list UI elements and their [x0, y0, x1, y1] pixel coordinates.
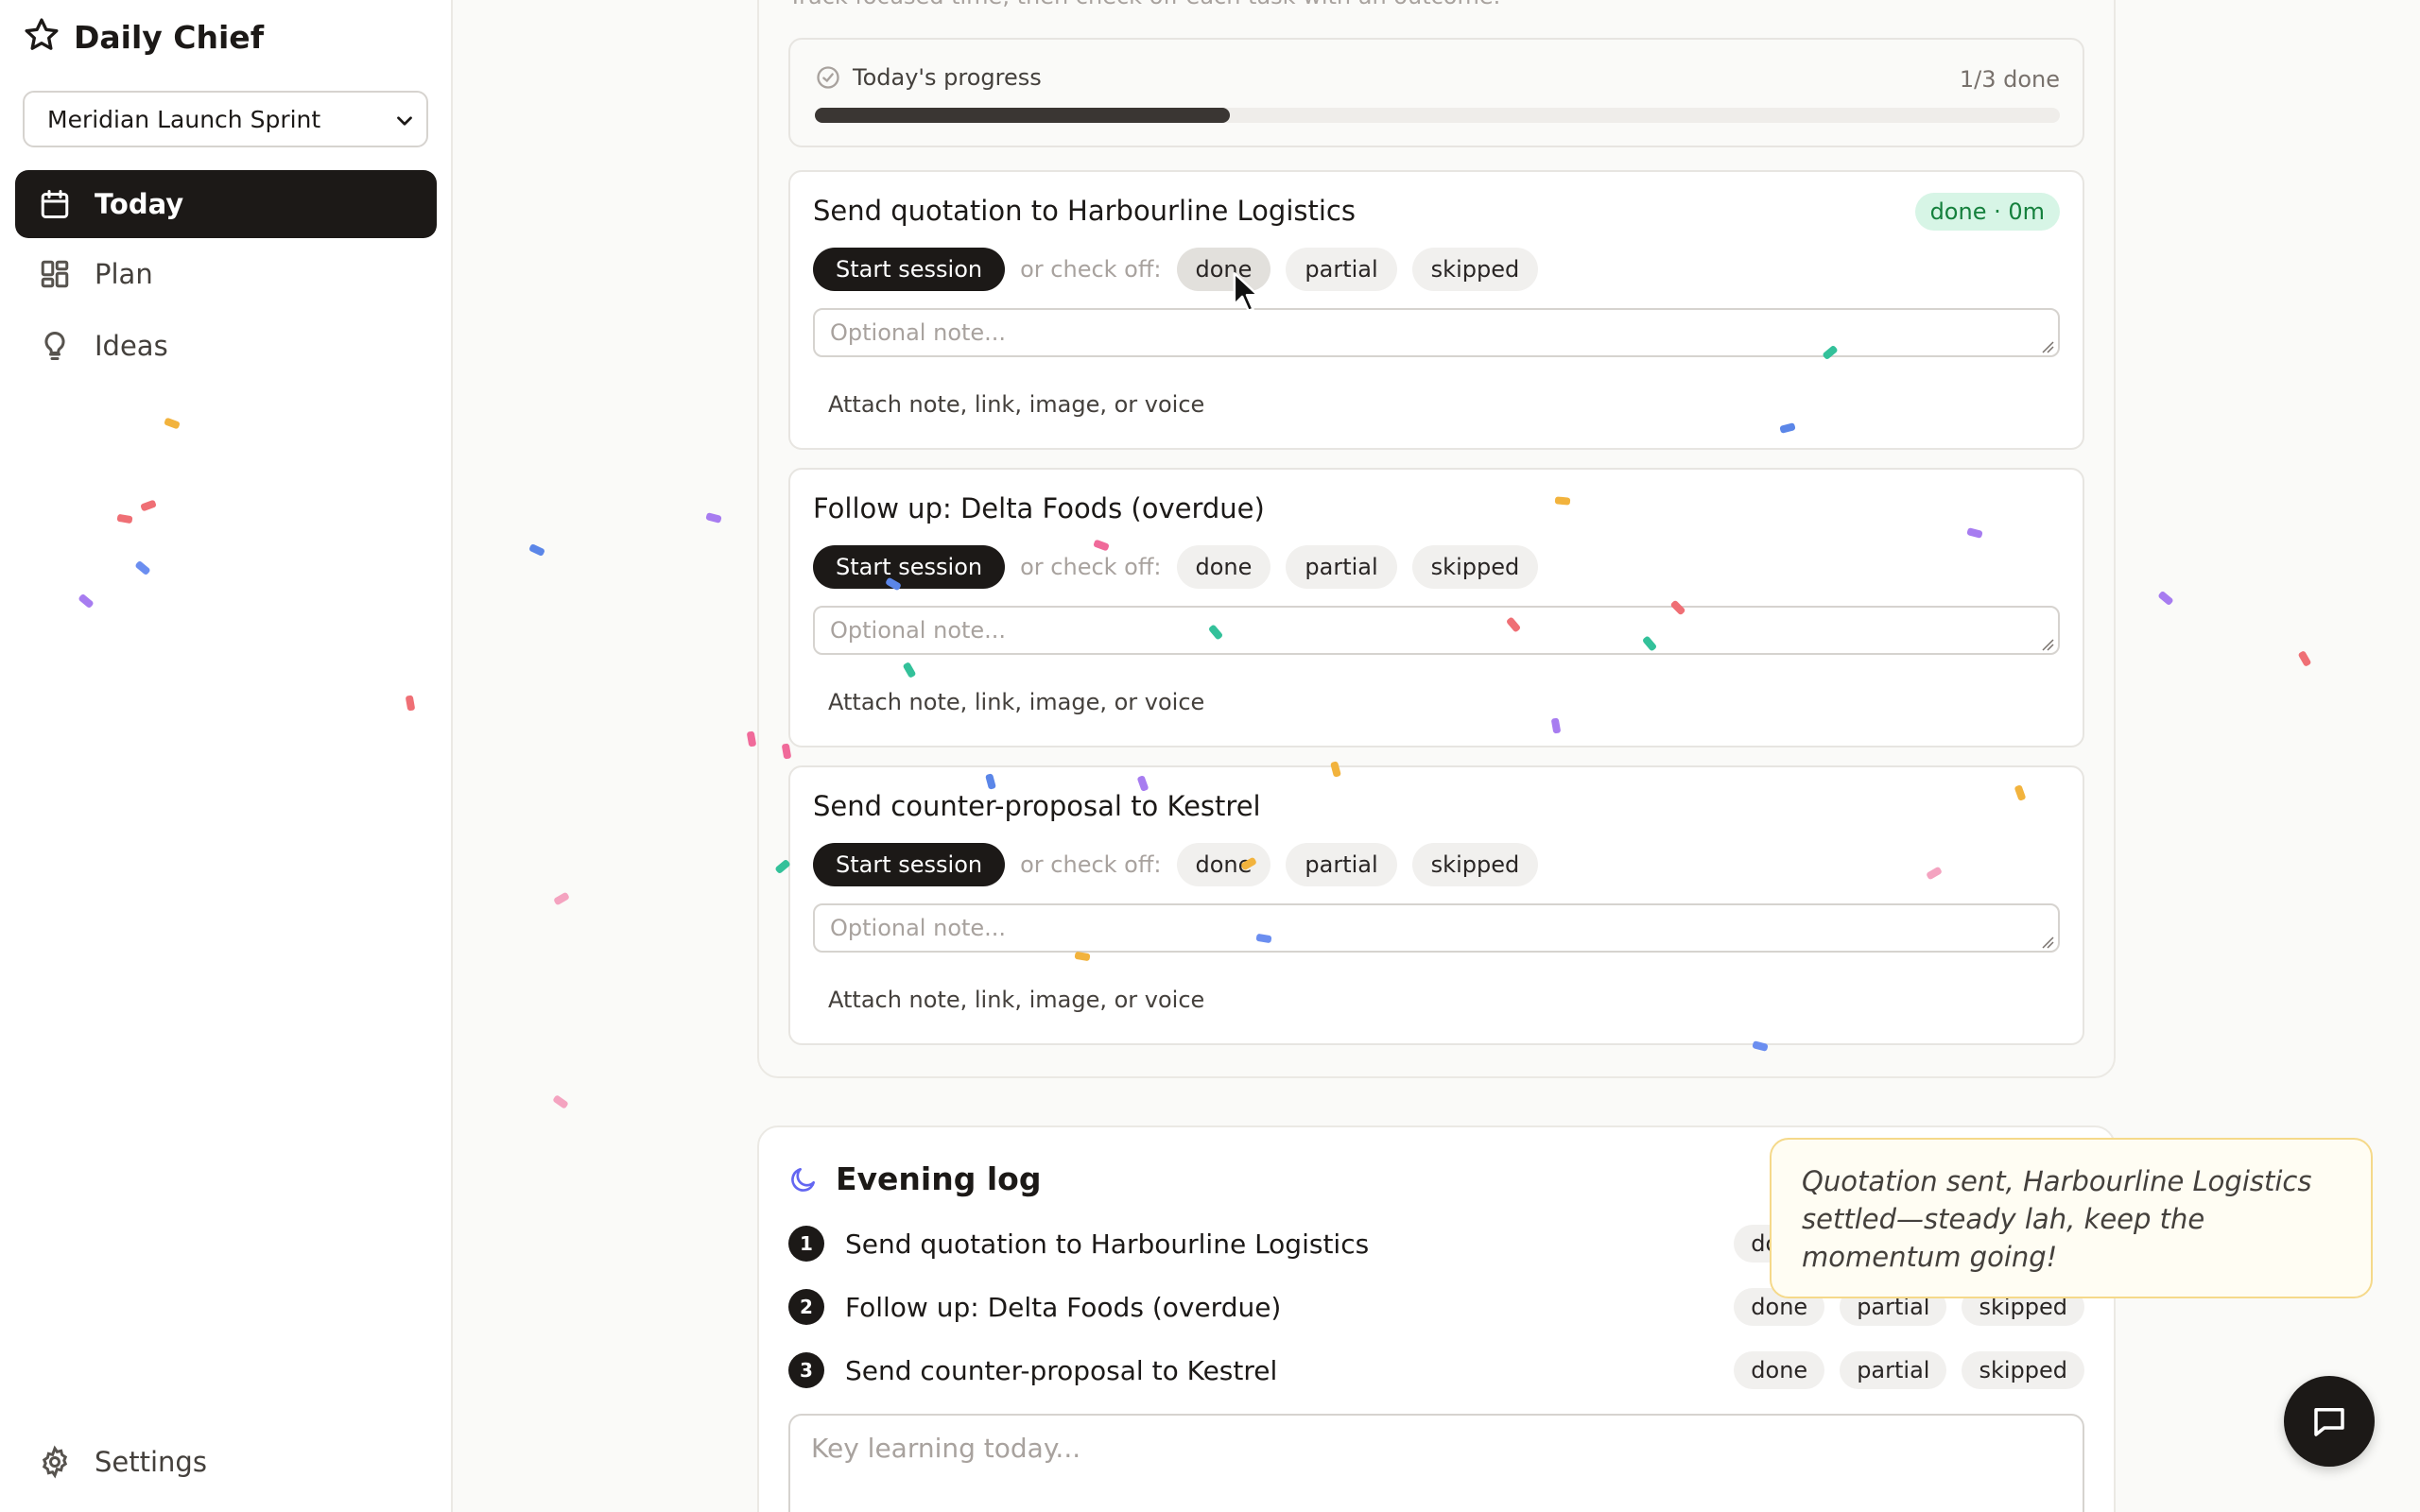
progress-label: Today's progress: [853, 64, 1042, 91]
skipped-button[interactable]: skipped: [1411, 545, 1539, 589]
check-circle-icon: [817, 66, 839, 89]
sidebar-item-today[interactable]: Today: [15, 170, 437, 238]
confetti-piece: [747, 730, 756, 747]
lightbulb-icon: [44, 331, 65, 360]
note-input[interactable]: [813, 606, 2060, 655]
log-number: 1: [788, 1226, 824, 1262]
done-button[interactable]: done: [1734, 1351, 1825, 1389]
done-button[interactable]: done: [1176, 545, 1271, 589]
evening-log-header: Evening log: [788, 1160, 1041, 1197]
resize-handle-icon[interactable]: [2041, 340, 2054, 353]
gear-icon: [42, 1445, 68, 1479]
task-actions: Start session or check off: done partial…: [813, 843, 1539, 886]
key-learning-input[interactable]: [788, 1414, 2084, 1512]
sidebar-item-plan[interactable]: Plan: [15, 240, 437, 308]
attach-link[interactable]: Attach note, link, image, or voice: [828, 987, 1204, 1013]
log-title: Send quotation to Harbourline Logistics: [845, 1228, 1370, 1260]
task-card: Send quotation to Harbourline Logistics …: [788, 170, 2084, 450]
partial-button[interactable]: partial: [1840, 1351, 1947, 1389]
page-subtitle: Track focused time, then check off each …: [788, 0, 1500, 9]
project-select[interactable]: Meridian Launch Sprint: [23, 91, 428, 147]
check-off-label: or check off:: [1020, 256, 1162, 283]
confetti-piece: [529, 543, 544, 557]
partial-button[interactable]: partial: [1286, 843, 1397, 886]
app-title: Daily Chief: [74, 18, 265, 56]
star-icon: [23, 16, 60, 58]
task-actions: Start session or check off: done partial…: [813, 545, 1539, 589]
partial-button[interactable]: partial: [1286, 545, 1397, 589]
brand: Daily Chief: [23, 17, 264, 57]
chat-icon: [2314, 1408, 2344, 1436]
log-title: Follow up: Delta Foods (overdue): [845, 1291, 1282, 1323]
sidebar-item-label: Plan: [95, 258, 153, 290]
sidebar-item-label: Settings: [95, 1446, 207, 1478]
sidebar-item-label: Ideas: [95, 330, 168, 362]
progress-card: Today's progress 1/3 done: [788, 38, 2084, 147]
encouragement-toast: Quotation sent, Harbourline Logistics se…: [1770, 1138, 2373, 1298]
sidebar-item-label: Today: [95, 188, 184, 220]
partial-button[interactable]: partial: [1286, 248, 1397, 291]
task-actions: Start session or check off: done partial…: [813, 248, 1539, 291]
mouse-cursor-icon: [1233, 272, 1259, 312]
log-row: 3 Send counter-proposal to Kestrel done …: [788, 1349, 2084, 1391]
log-number: 3: [788, 1352, 824, 1388]
check-off-label: or check off:: [1020, 851, 1162, 878]
skipped-button[interactable]: skipped: [1411, 248, 1539, 291]
task-title: Send counter-proposal to Kestrel: [813, 790, 1261, 822]
evening-log-title: Evening log: [836, 1160, 1042, 1197]
progress-label-group: Today's progress: [815, 64, 1042, 91]
progress-bar: [815, 108, 2060, 123]
start-session-button[interactable]: Start session: [813, 248, 1006, 291]
sidebar-item-settings[interactable]: Settings: [15, 1428, 437, 1496]
note-input[interactable]: [813, 308, 2060, 357]
log-chips: done partial skipped: [1734, 1351, 2084, 1389]
progress-count: 1/3 done: [1959, 66, 2060, 93]
status-badge: done · 0m: [1914, 193, 2060, 231]
chevron-down-icon: [397, 116, 412, 126]
skipped-button[interactable]: skipped: [1411, 843, 1539, 886]
note-input[interactable]: [813, 903, 2060, 953]
grid-icon: [41, 260, 69, 288]
log-title: Send counter-proposal to Kestrel: [845, 1354, 1278, 1386]
confetti-piece: [2298, 651, 2311, 666]
chat-button[interactable]: [2284, 1376, 2375, 1467]
task-card: Follow up: Delta Foods (overdue) Start s…: [788, 468, 2084, 747]
start-session-button[interactable]: Start session: [813, 545, 1006, 589]
sidebar-item-ideas[interactable]: Ideas: [15, 312, 437, 380]
moon-icon: [791, 1167, 815, 1192]
skipped-button[interactable]: skipped: [1962, 1351, 2084, 1389]
progress-bar-fill: [815, 108, 1230, 123]
confetti-piece: [2158, 592, 2173, 605]
log-number: 2: [788, 1289, 824, 1325]
task-title: Send quotation to Harbourline Logistics: [813, 195, 1356, 227]
confetti-piece: [554, 892, 569, 905]
task-title: Follow up: Delta Foods (overdue): [813, 492, 1265, 524]
resize-handle-icon[interactable]: [2041, 936, 2054, 949]
sidebar: Daily Chief Meridian Launch Sprint Today…: [0, 0, 453, 1512]
project-select-value: Meridian Launch Sprint: [47, 105, 321, 133]
confetti-piece: [553, 1095, 568, 1108]
start-session-button[interactable]: Start session: [813, 843, 1006, 886]
calendar-icon: [41, 190, 69, 218]
resize-handle-icon[interactable]: [2041, 638, 2054, 651]
attach-link[interactable]: Attach note, link, image, or voice: [828, 689, 1204, 715]
check-off-label: or check off:: [1020, 554, 1162, 580]
done-button[interactable]: done: [1176, 843, 1271, 886]
task-card: Send counter-proposal to Kestrel Start s…: [788, 765, 2084, 1045]
attach-link[interactable]: Attach note, link, image, or voice: [828, 391, 1204, 418]
confetti-piece: [705, 512, 722, 524]
